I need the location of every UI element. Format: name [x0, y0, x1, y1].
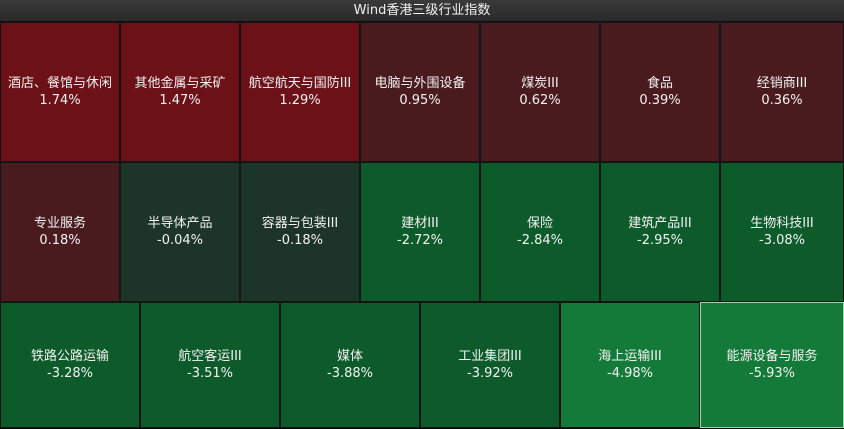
tile-marine-shipping[interactable]: 海上运输III -4.98%	[560, 302, 700, 428]
tile-insurance[interactable]: 保险 -2.84%	[480, 162, 600, 302]
tile-change: -5.93%	[749, 366, 795, 381]
treemap-row: 酒店、餐馆与休闲 1.74% 其他金属与采矿 1.47% 航空航天与国防III …	[0, 22, 844, 162]
tile-airlines[interactable]: 航空客运III -3.51%	[140, 302, 280, 428]
tile-name: 能源设备与服务	[726, 349, 818, 364]
tile-name: 酒店、餐馆与休闲	[7, 76, 112, 91]
tile-name: 媒体	[336, 349, 363, 364]
tile-coal[interactable]: 煤炭III 0.62%	[480, 22, 600, 162]
tile-change: -0.04%	[157, 233, 203, 248]
tile-change: 0.18%	[39, 233, 81, 248]
tile-change: 1.47%	[159, 93, 201, 108]
tile-distributors[interactable]: 经销商III 0.36%	[720, 22, 844, 162]
tile-change: -0.18%	[277, 233, 323, 248]
tile-biotechnology[interactable]: 生物科技III -3.08%	[720, 162, 844, 302]
tile-energy-equipment-services[interactable]: 能源设备与服务 -5.93%	[700, 302, 844, 428]
tile-change: -3.08%	[759, 233, 805, 248]
tile-name: 其他金属与采矿	[134, 76, 226, 91]
tile-rail-road-transport[interactable]: 铁路公路运输 -3.28%	[0, 302, 140, 428]
tile-name: 铁路公路运输	[30, 349, 109, 364]
tile-change: 0.62%	[519, 93, 561, 108]
tile-name: 容器与包装III	[261, 216, 339, 231]
tile-professional-services[interactable]: 专业服务 0.18%	[0, 162, 120, 302]
tile-change: -2.95%	[637, 233, 683, 248]
tile-semiconductors[interactable]: 半导体产品 -0.04%	[120, 162, 240, 302]
tile-industrial-conglomerates[interactable]: 工业集团III -3.92%	[420, 302, 560, 428]
tile-change: 0.36%	[761, 93, 803, 108]
chart-title: Wind香港三级行业指数	[0, 0, 844, 22]
tile-change: 0.95%	[399, 93, 441, 108]
tile-name: 经销商III	[756, 76, 808, 91]
tile-name: 海上运输III	[598, 349, 662, 364]
treemap-window: Wind香港三级行业指数 酒店、餐馆与休闲 1.74% 其他金属与采矿 1.47…	[0, 0, 844, 429]
tile-name: 半导体产品	[147, 216, 213, 231]
tile-name: 煤炭III	[521, 76, 559, 91]
tile-change: -3.92%	[467, 366, 513, 381]
tile-food[interactable]: 食品 0.39%	[600, 22, 720, 162]
tile-hotels-restaurants-leisure[interactable]: 酒店、餐馆与休闲 1.74%	[0, 22, 120, 162]
tile-name: 电脑与外围设备	[374, 76, 466, 91]
tile-computers-peripherals[interactable]: 电脑与外围设备 0.95%	[360, 22, 480, 162]
tile-change: -3.88%	[327, 366, 373, 381]
tile-name: 航空客运III	[178, 349, 242, 364]
treemap-row: 专业服务 0.18% 半导体产品 -0.04% 容器与包装III -0.18% …	[0, 162, 844, 302]
tile-aerospace-defense[interactable]: 航空航天与国防III 1.29%	[240, 22, 360, 162]
tile-change: 1.29%	[279, 93, 321, 108]
tile-building-products[interactable]: 建筑产品III -2.95%	[600, 162, 720, 302]
tile-name: 专业服务	[33, 216, 86, 231]
tile-media[interactable]: 媒体 -3.88%	[280, 302, 420, 428]
tile-change: -2.84%	[517, 233, 563, 248]
tile-change: -4.98%	[607, 366, 653, 381]
tile-change: 0.39%	[639, 93, 681, 108]
tile-change: 1.74%	[39, 93, 81, 108]
tile-name: 保险	[526, 216, 553, 231]
tile-name: 建材III	[401, 216, 439, 231]
industry-treemap: 酒店、餐馆与休闲 1.74% 其他金属与采矿 1.47% 航空航天与国防III …	[0, 22, 844, 429]
tile-name: 食品	[646, 76, 673, 91]
treemap-row: 铁路公路运输 -3.28% 航空客运III -3.51% 媒体 -3.88% 工…	[0, 302, 844, 428]
tile-construction-materials[interactable]: 建材III -2.72%	[360, 162, 480, 302]
tile-containers-packaging[interactable]: 容器与包装III -0.18%	[240, 162, 360, 302]
tile-name: 工业集团III	[458, 349, 522, 364]
tile-name: 建筑产品III	[628, 216, 692, 231]
tile-change: -2.72%	[397, 233, 443, 248]
tile-name: 航空航天与国防III	[248, 76, 352, 91]
tile-name: 生物科技III	[750, 216, 814, 231]
tile-change: -3.51%	[187, 366, 233, 381]
tile-other-metals-mining[interactable]: 其他金属与采矿 1.47%	[120, 22, 240, 162]
tile-change: -3.28%	[47, 366, 93, 381]
